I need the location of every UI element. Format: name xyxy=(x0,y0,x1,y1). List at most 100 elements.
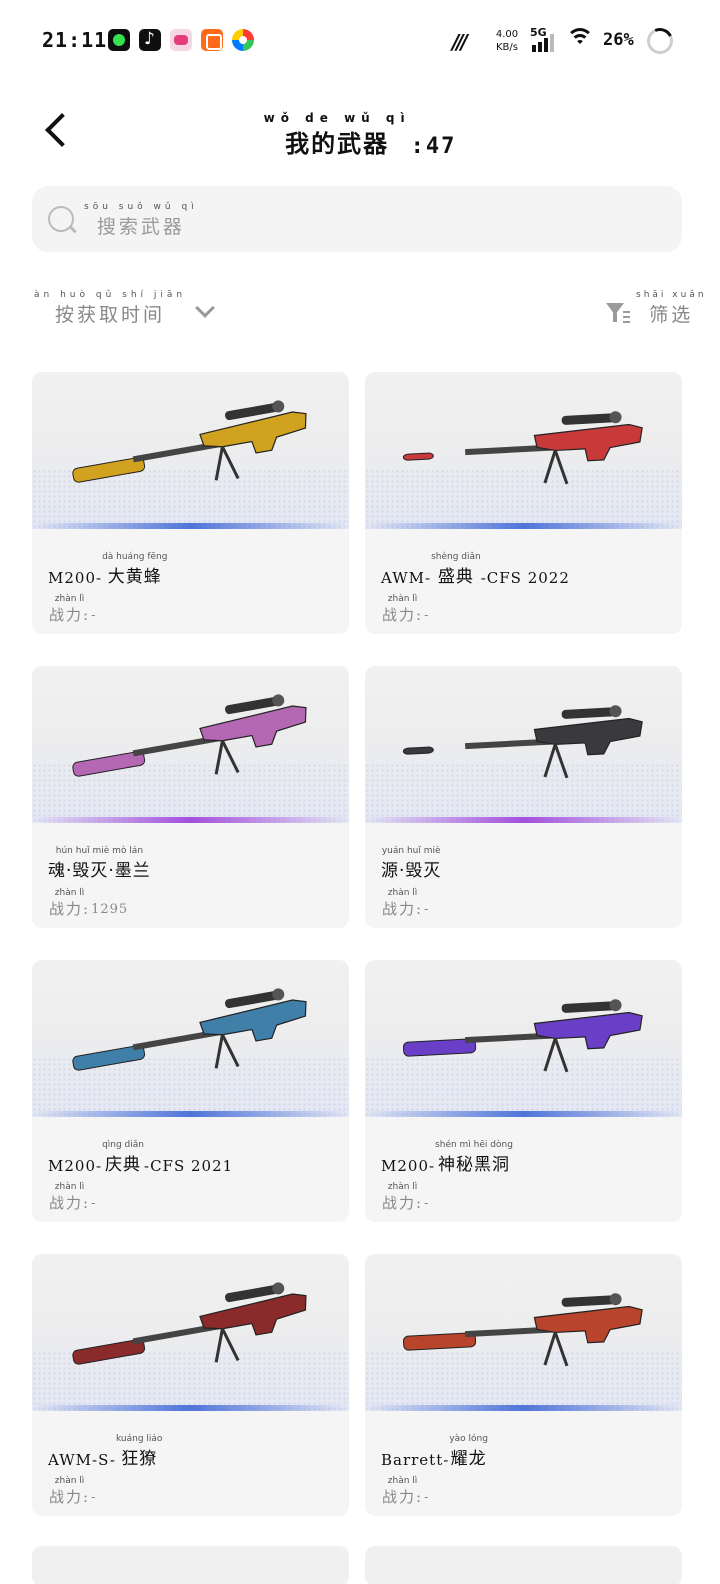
weapon-image xyxy=(32,1254,349,1411)
weapon-power: zhàn lì 战力: - xyxy=(49,594,97,624)
rifle-suppressor xyxy=(402,1038,477,1057)
rifle-scope xyxy=(561,1295,616,1307)
rarity-bar xyxy=(32,1405,349,1411)
game-app-icon xyxy=(108,29,130,51)
sniper-rifle-icon xyxy=(402,411,643,485)
rifle-body xyxy=(533,423,643,462)
rifle-bipod xyxy=(221,446,240,480)
weapon-name: M200- dà huáng fēng 大黄蜂 xyxy=(48,552,168,587)
rifle-bipod xyxy=(553,449,569,485)
weapon-card-partial[interactable] xyxy=(32,1546,349,1584)
rifle-body xyxy=(199,411,307,454)
rarity-bar xyxy=(365,523,682,529)
sort-label: 按获取时间 xyxy=(55,304,166,326)
weapon-card[interactable]: AWM-shèng diǎn 盛典 -CFS 2022 zhàn lì 战力: - xyxy=(365,372,682,634)
search-input[interactable]: sōu suǒ wǔ qì 搜索武器 xyxy=(32,186,682,252)
weapon-card[interactable]: hún huǐ miè mò lán 魂·毁灭·墨兰 zhàn lì 战力: 1295 xyxy=(32,666,349,928)
weapon-card[interactable]: M200- dà huáng fēng 大黄蜂 zhàn lì 战力: - xyxy=(32,372,349,634)
rifle-body xyxy=(533,717,643,756)
weapon-name: M200- shén mì hēi dòng 神秘黑洞 xyxy=(381,1140,513,1175)
rifle-body xyxy=(199,999,307,1042)
page-title-text: 我的武器 xyxy=(285,129,390,158)
rarity-bar xyxy=(32,523,349,529)
sniper-rifle-icon xyxy=(72,694,307,777)
weapon-power: zhàn lì 战力: - xyxy=(382,888,430,918)
filter-label: 筛选 xyxy=(649,304,694,326)
weapon-image xyxy=(365,960,682,1117)
rifle-bipod xyxy=(553,1331,569,1367)
weapon-image xyxy=(365,666,682,823)
weapon-power: zhàn lì 战力: - xyxy=(49,1182,97,1212)
rifle-bipod xyxy=(221,1034,240,1068)
network-speed: 4.00 KB/s xyxy=(495,29,519,53)
rifle-bipod xyxy=(543,1037,557,1072)
wifi-icon xyxy=(566,26,596,52)
weapon-card[interactable]: M200- qìng diǎn 庆典 -CFS 2021 zhàn lì 战力: - xyxy=(32,960,349,1222)
sniper-rifle-icon xyxy=(72,988,307,1071)
rifle-body xyxy=(533,1305,643,1344)
rifle-suppressor xyxy=(402,1332,477,1351)
sniper-rifle-icon xyxy=(72,1282,307,1365)
weapon-image xyxy=(365,1254,682,1411)
weapon-card[interactable]: M200- shén mì hēi dòng 神秘黑洞 zhàn lì 战力: - xyxy=(365,960,682,1222)
sniper-rifle-icon xyxy=(402,705,643,779)
cellular-signal-icon: 5G xyxy=(530,26,560,52)
rifle-bipod xyxy=(543,743,557,778)
weapon-power: zhàn lì 战力: 1295 xyxy=(49,888,129,918)
rarity-bar xyxy=(365,817,682,823)
weapon-card[interactable]: AWM-S-kuáng liáo 狂獠 zhàn lì 战力: - xyxy=(32,1254,349,1516)
weapon-name: hún huǐ miè mò lán 魂·毁灭·墨兰 xyxy=(48,846,151,881)
clock: 21:11 xyxy=(42,28,108,52)
rarity-bar xyxy=(32,817,349,823)
weapon-image xyxy=(365,372,682,529)
rifle-bipod xyxy=(543,1331,557,1366)
sort-dropdown[interactable]: àn huò qǔ shí jiān 按获取时间 xyxy=(34,290,216,327)
sniper-rifle-icon xyxy=(402,999,643,1073)
battery-percentage: 26% xyxy=(603,30,634,50)
brand-logo-icon: /// xyxy=(452,30,468,54)
pink-app-icon xyxy=(170,29,192,51)
search-placeholder: sōu suǒ wǔ qì 搜索武器 xyxy=(84,202,198,238)
filter-button[interactable]: shāi xuǎn 筛选 xyxy=(606,290,707,327)
weapon-image xyxy=(32,666,349,823)
weapon-card[interactable]: yuán huǐ miè 源·毁灭 zhàn lì 战力: - xyxy=(365,666,682,928)
page-title-pinyin: wǒ de wǔ qì xyxy=(263,111,411,125)
weapon-name: AWM-shèng diǎn 盛典 -CFS 2022 xyxy=(381,552,570,587)
status-bar: 21:11 /// 4.00 KB/s 5G 26% xyxy=(0,0,720,80)
weapon-card-partial[interactable] xyxy=(365,1546,682,1584)
rifle-bipod xyxy=(221,1328,240,1362)
weapon-name: AWM-S-kuáng liáo 狂獠 xyxy=(48,1434,163,1469)
chevron-down-icon xyxy=(195,298,216,318)
weapon-card[interactable]: Barrett-yào lóng 耀龙 zhàn lì 战力: - xyxy=(365,1254,682,1516)
rifle-body xyxy=(199,1293,307,1336)
page-title: wǒ de wǔ qì 我的武器 :47 xyxy=(0,112,720,159)
rifle-body xyxy=(533,1011,643,1050)
weapon-count: :47 xyxy=(410,134,457,159)
tiktok-icon xyxy=(139,29,161,51)
rifle-scope xyxy=(561,1001,616,1013)
rifle-bipod xyxy=(543,449,557,484)
search-icon xyxy=(48,206,74,232)
rifle-bipod xyxy=(553,1037,569,1073)
rifle-bipod xyxy=(221,740,240,774)
rarity-bar xyxy=(32,1111,349,1117)
weapon-power: zhàn lì 战力: - xyxy=(49,1476,97,1506)
weapon-power: zhàn lì 战力: - xyxy=(382,1476,430,1506)
rifle-scope xyxy=(561,413,616,425)
rifle-scope xyxy=(561,707,616,719)
rifle-bipod xyxy=(553,743,569,779)
weapon-image xyxy=(32,372,349,529)
battery-icon xyxy=(643,24,677,58)
kuaishou-icon xyxy=(201,29,223,51)
weapon-power: zhàn lì 战力: - xyxy=(382,594,430,624)
rifle-suppressor xyxy=(402,746,434,755)
rifle-suppressor xyxy=(402,452,434,461)
weapon-name: M200- qìng diǎn 庆典 -CFS 2021 xyxy=(48,1140,234,1175)
sniper-rifle-icon xyxy=(72,400,307,483)
sniper-rifle-icon xyxy=(402,1293,643,1367)
colorful-app-icon xyxy=(232,29,254,51)
weapon-power: zhàn lì 战力: - xyxy=(382,1182,430,1212)
filter-icon xyxy=(606,301,630,325)
weapon-name: Barrett-yào lóng 耀龙 xyxy=(381,1434,488,1469)
weapon-name: yuán huǐ miè 源·毁灭 xyxy=(381,846,442,881)
